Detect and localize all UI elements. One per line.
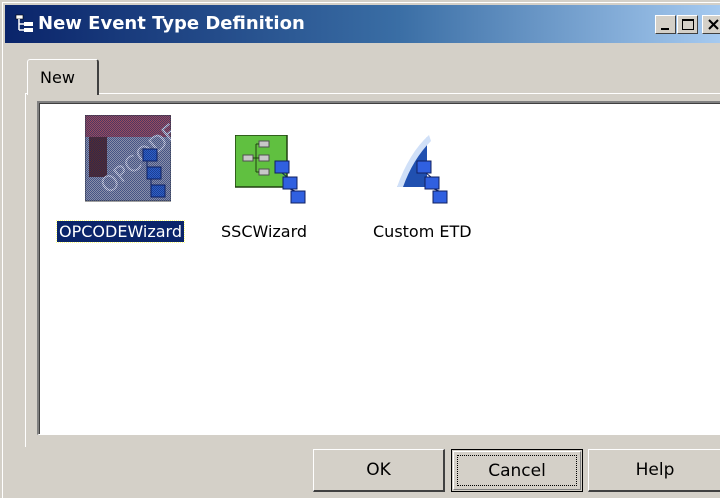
close-icon <box>708 19 719 30</box>
minimize-icon <box>661 28 669 30</box>
cancel-button[interactable]: Cancel <box>451 449 583 492</box>
tab-new[interactable]: New <box>27 59 99 95</box>
tab-panel <box>25 93 720 447</box>
tab-label: New <box>40 68 75 87</box>
title-bar[interactable]: New Event Type Definition <box>5 5 720 43</box>
close-button[interactable] <box>702 15 720 34</box>
ok-button[interactable]: OK <box>313 449 445 492</box>
minimize-button[interactable] <box>655 15 676 34</box>
maximize-button[interactable] <box>677 15 698 34</box>
tree-app-icon <box>15 14 35 34</box>
dialog-window: New Event Type Definition New OPCODEWiza… <box>0 0 720 498</box>
cancel-button-label: Cancel <box>488 460 546 481</box>
maximize-icon <box>682 19 694 30</box>
help-button[interactable]: Help <box>588 449 720 492</box>
window-title: New Event Type Definition <box>38 13 305 34</box>
